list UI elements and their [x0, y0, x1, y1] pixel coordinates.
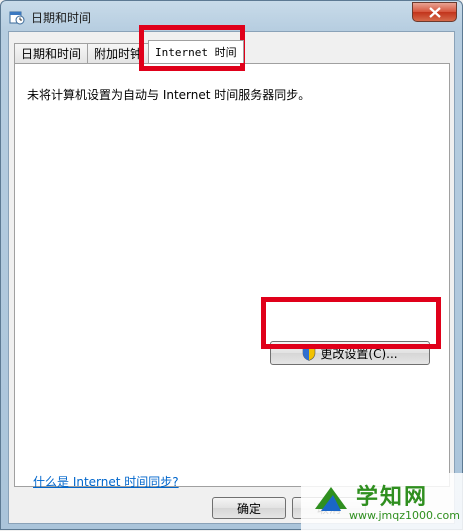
- tab-strip: 日期和时间 附加时钟 Internet 时间: [14, 40, 244, 63]
- watermark-logo-icon: [315, 487, 347, 511]
- internet-time-panel: 未将计算机设置为自动与 Internet 时间服务器同步。 更改设置(C)...…: [14, 63, 450, 490]
- date-time-window: 日期和时间 日期和时间 附加时钟 Internet 时间 未将计算机设置为自动与…: [0, 0, 463, 531]
- sync-status-text: 未将计算机设置为自动与 Internet 时间服务器同步。: [27, 88, 311, 102]
- close-button[interactable]: [412, 2, 457, 22]
- tab-internet-time[interactable]: Internet 时间: [148, 40, 244, 63]
- watermark-url: www.jmqz1000.com: [349, 509, 460, 522]
- watermark-name: 学知网: [356, 485, 429, 510]
- close-icon: [428, 6, 441, 18]
- window-title: 日期和时间: [31, 11, 92, 25]
- highlight-box-button: [261, 297, 441, 349]
- tab-date-time[interactable]: 日期和时间: [14, 43, 89, 63]
- dialog-body: 日期和时间 附加时钟 Internet 时间 未将计算机设置为自动与 Inter…: [8, 31, 455, 524]
- help-link-internet-time[interactable]: 什么是 Internet 时间同步?: [33, 473, 179, 490]
- calendar-clock-icon: [9, 11, 25, 25]
- ok-button[interactable]: 确定: [212, 497, 286, 519]
